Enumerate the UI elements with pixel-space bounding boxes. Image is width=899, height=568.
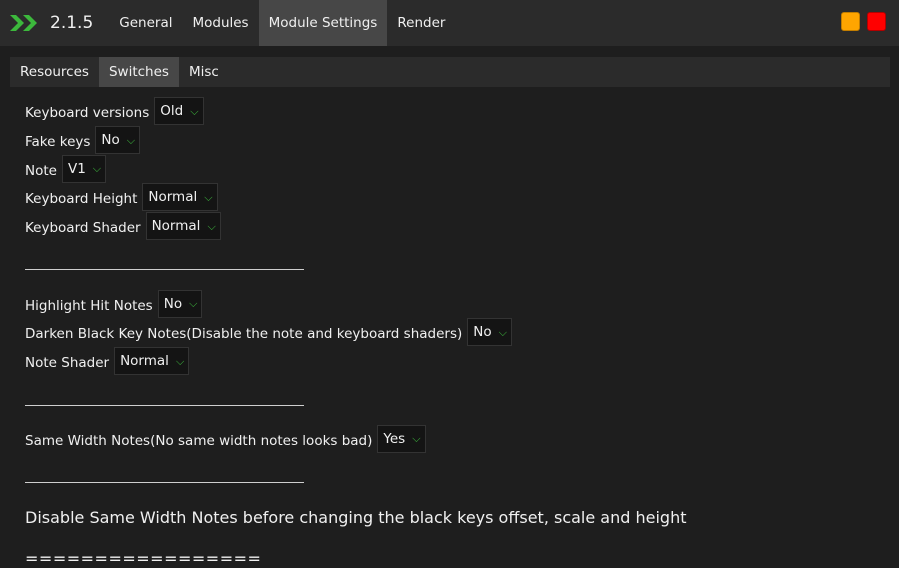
setting-row-note-shader: Note Shader Normal ⌵ (25, 347, 885, 376)
keyboard-versions-value: Old (160, 103, 184, 120)
setting-row-fake-keys: Fake keys No ⌵ (25, 126, 885, 155)
setting-row-keyboard-shader: Keyboard Shader Normal ⌵ (25, 212, 885, 241)
darken-black-key-notes-label: Darken Black Key Notes(Disable the note … (25, 326, 463, 343)
tab-render[interactable]: Render (387, 0, 455, 46)
note-value: V1 (67, 160, 86, 177)
chevron-down-icon: ⌵ (189, 297, 198, 311)
keyboard-versions-dropdown[interactable]: Old ⌵ (154, 97, 204, 126)
same-width-notice: Disable Same Width Notes before changing… (25, 508, 687, 528)
chevron-down-icon: ⌵ (412, 432, 421, 446)
highlight-hit-notes-label: Highlight Hit Notes (25, 297, 153, 314)
setting-row-keyboard-height: Keyboard Height Normal ⌵ (25, 183, 885, 212)
subtab-misc[interactable]: Misc (179, 57, 229, 87)
highlight-hit-notes-value: No (163, 295, 183, 312)
same-width-notes-dropdown[interactable]: Yes ⌵ (377, 424, 426, 453)
note-shader-label: Note Shader (25, 355, 110, 372)
keyboard-height-dropdown[interactable]: Normal ⌵ (142, 183, 218, 212)
note-shader-dropdown[interactable]: Normal ⌵ (114, 347, 190, 376)
app-version: 2.1.5 (50, 13, 94, 33)
chevron-down-icon: ⌵ (498, 325, 507, 339)
keyboard-height-label: Keyboard Height (25, 191, 138, 208)
setting-row-highlight-hit-notes: Highlight Hit Notes No ⌵ (25, 289, 885, 318)
tab-module-settings[interactable]: Module Settings (258, 0, 388, 46)
keyboard-shader-value: Normal (151, 218, 201, 235)
darken-black-key-notes-dropdown[interactable]: No ⌵ (467, 318, 512, 347)
setting-row-darken-black-key-notes: Darken Black Key Notes(Disable the note … (25, 318, 885, 347)
note-label: Note (25, 162, 57, 179)
same-width-notes-label: Same Width Notes(No same width notes loo… (25, 432, 373, 449)
chevron-down-icon: ⌵ (175, 354, 185, 368)
keyboard-versions-label: Keyboard versions (25, 105, 150, 122)
subtab-switches[interactable]: Switches (98, 57, 179, 87)
note-dropdown[interactable]: V1 ⌵ (61, 154, 107, 183)
switches-panel: Keyboard versions Old ⌵ Fake keys No ⌵ Not… (25, 97, 885, 568)
divider (25, 482, 304, 484)
chevron-down-icon: ⌵ (204, 190, 213, 204)
close-button[interactable] (867, 12, 886, 31)
minimize-button[interactable] (841, 12, 860, 31)
chevron-down-icon: ⌵ (92, 162, 102, 176)
setting-row-note: Note V1 ⌵ (25, 154, 885, 183)
divider (25, 269, 304, 271)
subtab-resources[interactable]: Resources (10, 57, 99, 87)
divider (25, 404, 304, 406)
keyboard-shader-label: Keyboard Shader (25, 220, 141, 237)
tab-modules[interactable]: Modules (182, 0, 258, 46)
fake-keys-value: No (101, 132, 120, 149)
setting-row-same-width-notes: Same Width Notes(No same width notes loo… (25, 424, 885, 454)
darken-black-key-notes-value: No (473, 324, 492, 341)
separator-text: ================= (25, 549, 262, 568)
chevron-down-icon: ⌵ (190, 104, 199, 118)
tab-general[interactable]: General (109, 0, 182, 46)
keyboard-shader-dropdown[interactable]: Normal ⌵ (145, 212, 221, 241)
keyboard-height-value: Normal (148, 189, 198, 206)
setting-row-keyboard-versions: Keyboard versions Old ⌵ (25, 97, 885, 126)
chevron-down-icon: ⌵ (126, 133, 136, 147)
fake-keys-label: Fake keys (25, 134, 91, 151)
same-width-notes-value: Yes (383, 430, 406, 447)
chevrons-logo-icon (10, 12, 40, 34)
highlight-hit-notes-dropdown[interactable]: No ⌵ (157, 289, 203, 318)
sub-tab-bar: Resources Switches Misc (10, 57, 890, 87)
note-shader-value: Normal (120, 353, 169, 370)
fake-keys-dropdown[interactable]: No ⌵ (95, 126, 141, 155)
chevron-down-icon: ⌵ (207, 219, 216, 233)
title-bar: 2.1.5 General Modules Module Settings Re… (0, 0, 899, 46)
